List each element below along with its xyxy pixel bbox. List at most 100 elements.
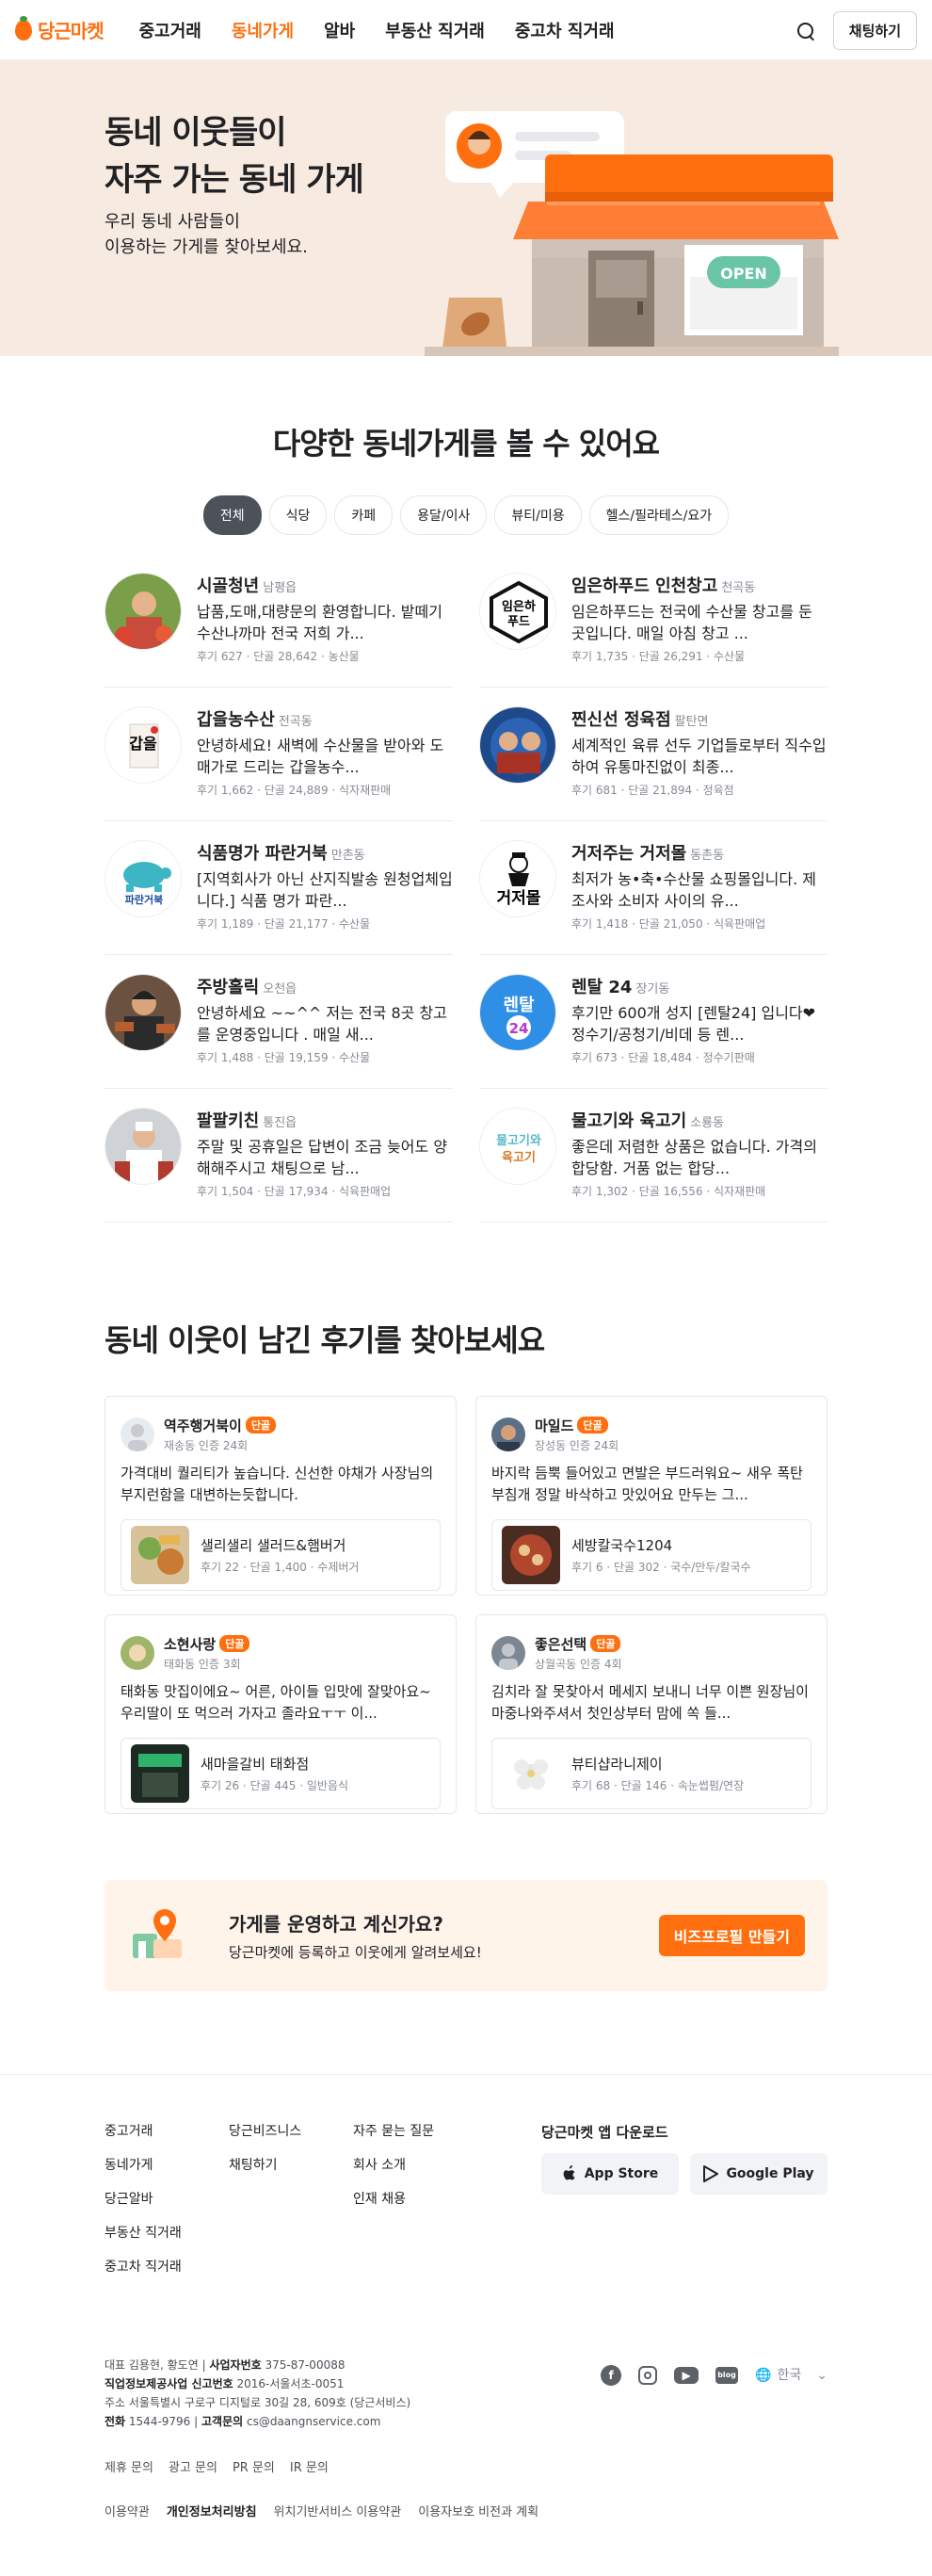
store-card[interactable]: 갑을 갑을농수산 전곡동 안녕하세요! 새벽에 수산물을 받아와 도매가로 드리는…: [104, 688, 453, 821]
review-card[interactable]: 소현사랑 단골 태화동 인증 3회 태화동 맛집이에요~ 어른, 아이들 입맛에 …: [104, 1614, 457, 1814]
review-card[interactable]: 역주행거북이 단골 재송동 인증 24회 가격대비 퀄리티가 높습니다. 신선한 …: [104, 1396, 457, 1596]
regular-badge: 단골: [590, 1635, 621, 1652]
store-name: 뷰티샵라니제이: [571, 1756, 663, 1773]
open-sign: OPEN: [720, 265, 767, 283]
footer-link[interactable]: 중고거래: [104, 2122, 229, 2141]
info-phone: 1544-9796 |: [125, 2415, 201, 2428]
logo[interactable]: 당근마켓: [15, 15, 104, 43]
footer-link[interactable]: 개인정보처리방침: [167, 2502, 257, 2519]
nav-item-jobs[interactable]: 알바: [324, 18, 355, 42]
info-phone-label: 전화: [104, 2415, 126, 2428]
store-avatar: 임은하 푸드: [479, 573, 556, 650]
store-card[interactable]: 팔팔키친 통진읍 주말 및 공휴일은 답변이 조금 늦어도 양해해주시고 채팅으로…: [104, 1089, 453, 1223]
store-card[interactable]: 렌탈 24 렌탈 24 장기동 후기만 600개 성지 [렌탈24] 입니다❤ 정수…: [479, 955, 828, 1089]
reviewed-store[interactable]: 세방칼국수1204 후기 6 · 단골 302 · 국수/만두/칼국수: [491, 1519, 811, 1591]
footer-link[interactable]: IR 문의: [290, 2457, 329, 2475]
chip-beauty[interactable]: 뷰티/미용: [494, 495, 582, 535]
facebook-icon[interactable]: f: [601, 2365, 622, 2386]
store-location-icon: [127, 1905, 187, 1966]
blog-icon[interactable]: blog: [715, 2367, 739, 2384]
store-card[interactable]: 찐신선 정육점 팔탄면 세계적인 육류 선두 기업들로부터 직수입하여 유통마진없…: [479, 688, 828, 821]
store-description: 안녕하세요! 새벽에 수산물을 받아와 도매가로 드리는 갑을농수...: [197, 737, 444, 776]
store-thumbnail: [131, 1526, 189, 1584]
reviewed-store[interactable]: 뷰티샵라니제이 후기 68 · 단골 146 · 속눈썹펌/연장: [491, 1738, 811, 1809]
store-name: 샐리샐리 샐러드&햄버거: [201, 1537, 346, 1554]
store-card[interactable]: 거저몰 거저주는 거저몰 동촌동 최저가 농•축•수산물 쇼핑몰입니다. 제조사와…: [479, 821, 828, 955]
info-business-number: 375-87-00088: [261, 2358, 345, 2372]
chip-restaurant[interactable]: 식당: [268, 495, 328, 535]
instagram-icon[interactable]: [638, 2366, 658, 2385]
store-card[interactable]: 주방홀릭 오천읍 안녕하세요 ~~^^ 저는 전국 8곳 창고를 운영중입니다 .…: [104, 955, 453, 1089]
footer-link[interactable]: PR 문의: [233, 2457, 275, 2475]
svg-text:푸드: 푸드: [507, 615, 530, 629]
info-business-label: 사업자번호: [209, 2358, 262, 2372]
store-thumbnail: [502, 1744, 560, 1803]
store-meta: 후기 1,504 · 단골 17,934 · 식육판매업: [197, 1185, 392, 1198]
chip-moving[interactable]: 용달/이사: [400, 495, 488, 535]
footer-link[interactable]: 회사 소개: [353, 2156, 541, 2175]
store-meta: 후기 1,418 · 단골 21,050 · 식육판매업: [571, 917, 766, 931]
nav-item-used-trade[interactable]: 중고거래: [139, 18, 201, 42]
footer-policy-links: 이용약관 개인정보처리방침 위치기반서비스 이용약관 이용자보호 비전과 계획: [104, 2502, 828, 2576]
regular-badge: 단골: [219, 1635, 250, 1652]
nav-item-real-estate[interactable]: 부동산 직거래: [385, 18, 485, 42]
reviewed-store[interactable]: 새마을갈비 태화점 후기 26 · 단골 445 · 일반음식: [121, 1738, 441, 1809]
hero-title-line2: 자주 가는 동네 가게: [104, 161, 364, 199]
store-description: 납품,도매,대량문의 환영합니다. 밭떼기 수산나까마 전국 저희 가...: [197, 603, 442, 642]
store-card[interactable]: 임은하 푸드 임은하푸드 인천창고 천곡동 임은하푸드는 전국에 수산물 창고를 둔…: [479, 554, 828, 688]
footer-link[interactable]: 광고 문의: [169, 2457, 217, 2475]
social-links: f ▶ blog 🌐 한국 ⌄: [601, 2365, 828, 2386]
blog-icon-label: blog: [717, 2371, 736, 2379]
review-text: 가격대비 퀄리티가 높습니다. 신선한 야채가 사장님의 부지런함을 대변하는듯…: [121, 1465, 434, 1503]
nav-item-used-cars[interactable]: 중고차 직거래: [515, 18, 615, 42]
nav-item-local-stores[interactable]: 동네가게: [232, 18, 294, 42]
review-card[interactable]: 마일드 단골 장성동 인증 24회 바지락 듬뿍 들어있고 면발은 부드러워요~ …: [475, 1396, 828, 1596]
store-name: 렌탈 24: [571, 978, 633, 997]
footer-link[interactable]: 제휴 문의: [104, 2457, 153, 2475]
search-icon[interactable]: [795, 21, 816, 41]
chip-fitness[interactable]: 헬스/필라테스/요가: [588, 495, 730, 535]
store-avatar: 파란거북: [104, 840, 182, 917]
store-meta: 후기 68 · 단골 146 · 속눈썹펌/연장: [571, 1779, 745, 1792]
app-store-button[interactable]: App Store: [541, 2153, 679, 2195]
reviewed-store[interactable]: 샐리샐리 샐러드&햄버거 후기 22 · 단골 1,400 · 수제버거: [121, 1519, 441, 1591]
footer-link[interactable]: 채팅하기: [229, 2156, 353, 2175]
google-play-button[interactable]: Google Play: [690, 2153, 828, 2195]
store-area: 동촌동: [690, 849, 725, 863]
store-avatar: [104, 974, 182, 1051]
reviewer-location: 태화동 인증 3회: [164, 1658, 241, 1671]
footer-link[interactable]: 동네가게: [104, 2156, 229, 2175]
footer-link[interactable]: 당근알바: [104, 2190, 229, 2209]
footer: 중고거래 동네가게 당근알바 부동산 직거래 중고차 직거래 당근비즈니스 채팅…: [0, 2074, 932, 2576]
footer-link[interactable]: 이용약관: [104, 2502, 150, 2519]
google-play-label: Google Play: [726, 2166, 814, 2181]
footer-link[interactable]: 부동산 직거래: [104, 2224, 229, 2243]
reviews-section-title: 동네 이웃이 남긴 후기를 찾아보세요: [104, 1322, 545, 1358]
user-avatar: [121, 1418, 154, 1451]
language-selector[interactable]: 🌐 한국 ⌄: [755, 2366, 828, 2385]
footer-link[interactable]: 인재 채용: [353, 2190, 541, 2209]
store-meta: 후기 1,488 · 단골 19,159 · 수산물: [197, 1051, 371, 1064]
footer-link[interactable]: 당근비즈니스: [229, 2122, 353, 2141]
store-card[interactable]: 시골청년 남평읍 납품,도매,대량문의 환영합니다. 밭떼기 수산나까마 전국 저…: [104, 554, 453, 688]
review-card[interactable]: 좋은선택 단골 상월곡동 인증 4회 김치라 잘 못찾아서 메세지 보내니 너무 …: [475, 1614, 828, 1814]
svg-text:거저몰: 거저몰: [497, 889, 541, 908]
svg-text:임은하: 임은하: [502, 599, 536, 614]
footer-link[interactable]: 자주 묻는 질문: [353, 2122, 541, 2141]
chat-button[interactable]: 채팅하기: [832, 11, 917, 50]
store-card[interactable]: 물고기와 육고기 물고기와 육고기 소룡동 좋은데 저렴한 상품은 없습니다. 가격…: [479, 1089, 828, 1223]
chip-cafe[interactable]: 카페: [334, 495, 394, 535]
create-biz-profile-button[interactable]: 비즈프로필 만들기: [658, 1915, 805, 1956]
chip-all[interactable]: 전체: [202, 495, 262, 535]
store-area: 오천읍: [263, 982, 297, 996]
store-card[interactable]: 파란거북 식품명가 파란거북 만촌동 [지역회사가 아닌 산지직발송 원청업체입니…: [104, 821, 453, 955]
chevron-down-icon: ⌄: [816, 2368, 828, 2383]
footer-link[interactable]: 이용자보호 비전과 계획: [418, 2502, 538, 2519]
storefront-illustration: OPEN: [425, 111, 839, 356]
info-ceo: 대표 김용현, 황도연: [104, 2358, 202, 2372]
hero-subtitle-line1: 우리 동네 사람들이: [104, 212, 240, 232]
footer-link[interactable]: 중고차 직거래: [104, 2258, 229, 2276]
youtube-icon[interactable]: ▶: [674, 2367, 699, 2384]
reviewer-location: 장성동 인증 24회: [535, 1439, 619, 1452]
footer-link[interactable]: 위치기반서비스 이용약관: [274, 2502, 402, 2519]
